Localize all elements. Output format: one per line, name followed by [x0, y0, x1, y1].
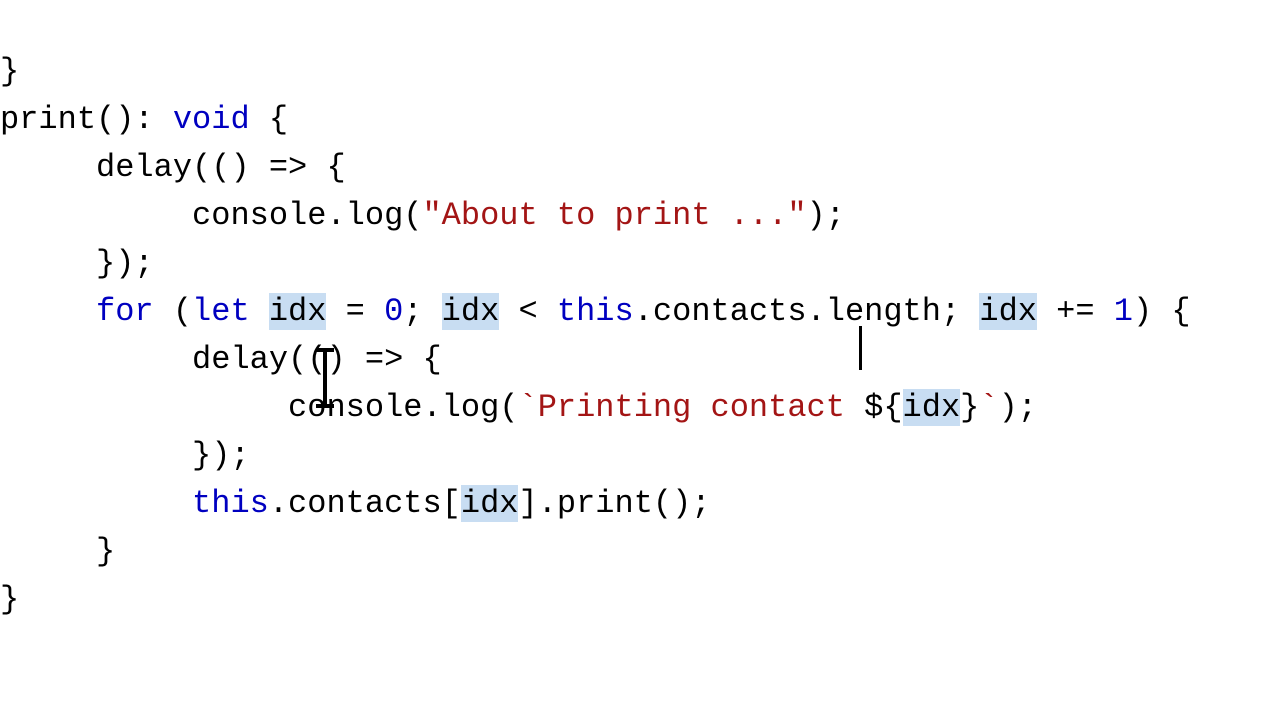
code-text: [0, 293, 96, 330]
code-line: console.log(`Printing contact ${idx}`);: [0, 389, 1037, 426]
code-line: });: [0, 245, 154, 282]
code-text: [0, 485, 192, 522]
code-line: for (let idx = 0; idx < this.contacts.le…: [0, 293, 1191, 330]
string-literal: "About to print ...": [422, 197, 806, 234]
number-literal: 1: [1114, 293, 1133, 330]
code-text: ;: [403, 293, 441, 330]
code-line: delay(() => {: [0, 341, 442, 378]
code-line: }: [0, 53, 19, 90]
code-text: );: [999, 389, 1037, 426]
text-caret: [859, 326, 862, 370]
code-line: this.contacts[idx].print();: [0, 485, 711, 522]
variable-idx: idx: [461, 485, 519, 522]
code-editor[interactable]: } print(): void { delay(() => { console.…: [0, 0, 1280, 720]
template-literal: `: [518, 389, 537, 426]
code-text: +=: [1037, 293, 1114, 330]
code-text: (: [154, 293, 192, 330]
keyword-this: this: [557, 293, 634, 330]
code-line: }: [0, 533, 115, 570]
template-literal: Printing contact: [538, 389, 864, 426]
variable-idx: idx: [269, 293, 327, 330]
code-text: =: [326, 293, 384, 330]
variable-idx: idx: [903, 389, 961, 426]
keyword-this: this: [192, 485, 269, 522]
code-text: );: [807, 197, 845, 234]
method-name: print: [0, 101, 96, 138]
code-text: [250, 293, 269, 330]
number-literal: 0: [384, 293, 403, 330]
template-expr-close: }: [960, 389, 979, 426]
keyword-for: for: [96, 293, 154, 330]
code-text: ].print();: [518, 485, 710, 522]
code-text: .contacts.length;: [634, 293, 980, 330]
code-line: });: [0, 437, 250, 474]
code-text: .contacts[: [269, 485, 461, 522]
keyword-let: let: [192, 293, 250, 330]
code-line: console.log("About to print ...");: [0, 197, 845, 234]
code-line: print(): void {: [0, 101, 288, 138]
code-text: ():: [96, 101, 173, 138]
code-line: }: [0, 581, 19, 618]
code-text: <: [499, 293, 557, 330]
code-text: ) {: [1133, 293, 1191, 330]
return-type: void: [173, 101, 250, 138]
template-literal: `: [979, 389, 998, 426]
variable-idx: idx: [442, 293, 500, 330]
code-text: console.log(: [0, 389, 518, 426]
variable-idx: idx: [979, 293, 1037, 330]
code-text: {: [250, 101, 288, 138]
template-expr-open: ${: [864, 389, 902, 426]
code-line: delay(() => {: [0, 149, 346, 186]
code-text: console.log(: [0, 197, 422, 234]
